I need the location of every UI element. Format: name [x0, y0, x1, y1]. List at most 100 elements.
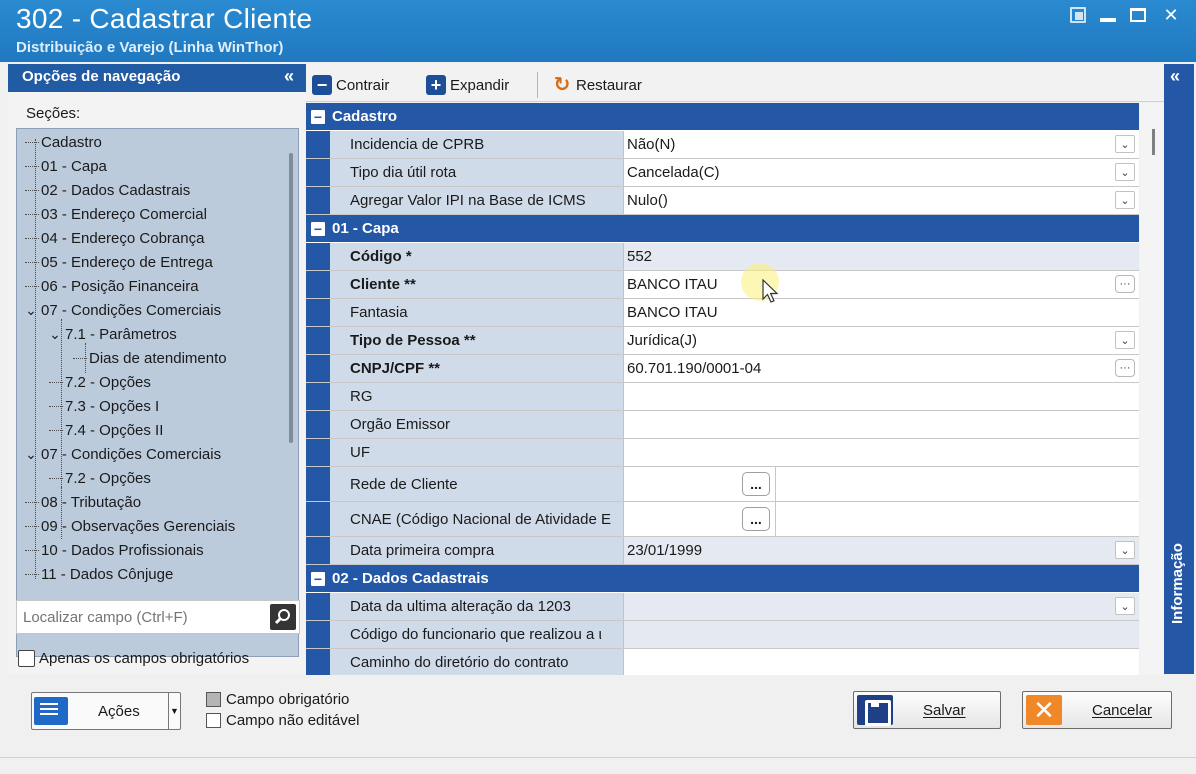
grid-scrollbar[interactable]: [1140, 103, 1164, 675]
lookup-button[interactable]: ...: [742, 472, 770, 496]
chevron-down-icon[interactable]: ⌄: [1115, 331, 1135, 349]
row-gutter: [306, 159, 330, 186]
tree-item[interactable]: 06 - Posição Financeira: [25, 275, 199, 297]
grid-row: Orgão Emissor: [306, 411, 1139, 439]
collapse-category-icon[interactable]: −: [311, 221, 325, 236]
dropdown-arrow-icon[interactable]: ▼: [168, 693, 180, 729]
save-button[interactable]: Salvar: [853, 691, 1001, 729]
field-value[interactable]: Não(N) ⌄: [624, 131, 1139, 158]
field-search-input[interactable]: [17, 601, 257, 633]
tree-item-label: 11 - Dados Cônjuge: [41, 565, 174, 583]
tree-connector: [25, 525, 39, 527]
tree-item[interactable]: 05 - Endereço de Entrega: [25, 251, 213, 273]
field-value[interactable]: [624, 383, 1139, 410]
lookup-button[interactable]: ...: [742, 507, 770, 531]
field-search-box: [16, 600, 300, 634]
actions-label: Ações: [98, 702, 140, 720]
tree-scrollbar[interactable]: [289, 153, 293, 443]
collapse-all-button[interactable]: − Contrair: [312, 73, 389, 97]
tree-item[interactable]: 7.2 - Opções: [49, 371, 151, 393]
field-value[interactable]: Nulo() ⌄: [624, 187, 1139, 214]
required-swatch: [206, 692, 221, 707]
ellipsis-button[interactable]: ···: [1115, 359, 1135, 377]
field-value[interactable]: Jurídica(J) ⌄: [624, 327, 1139, 354]
tree-item[interactable]: ⌄ 07 - Condições Comerciais: [23, 299, 221, 321]
tree-item[interactable]: 09 - Observações Gerenciais: [25, 515, 235, 537]
collapse-category-icon[interactable]: −: [311, 571, 325, 586]
tree-item[interactable]: 01 - Capa: [25, 155, 107, 177]
field-label: Rede de Cliente: [330, 467, 624, 501]
actions-button[interactable]: Ações ▼: [31, 692, 181, 730]
tree-item[interactable]: ⌄ 07 - Condições Comerciais: [23, 443, 221, 465]
tree-item[interactable]: 08 - Tributação: [25, 491, 141, 513]
chevron-down-icon[interactable]: ⌄: [1115, 597, 1135, 615]
tree-item-label: Cadastro: [41, 133, 102, 151]
tree-item[interactable]: 7.3 - Opções I: [49, 395, 159, 417]
collapse-all-label: Contrair: [336, 76, 390, 94]
expand-all-button[interactable]: + Expandir: [426, 73, 509, 97]
field-label: RG: [330, 383, 624, 410]
close-button[interactable]: ✕: [1160, 4, 1182, 26]
tree-item[interactable]: 04 - Endereço Cobrança: [25, 227, 204, 249]
field-value[interactable]: BANCO ITAU ···: [624, 271, 1139, 298]
grid-category-header[interactable]: − Cadastro: [306, 103, 1139, 130]
field-value[interactable]: 552: [624, 243, 1139, 270]
info-panel[interactable]: « Informação: [1164, 64, 1194, 674]
tree-item-label: 04 - Endereço Cobrança: [41, 229, 205, 247]
maximize-button[interactable]: [1130, 8, 1146, 22]
grid-row: Agregar Valor IPI na Base de ICMS Nulo() ⌄: [306, 187, 1139, 215]
field-value[interactable]: BANCO ITAU: [624, 299, 1139, 326]
field-value-text: 552: [627, 248, 653, 265]
field-value[interactable]: 23/01/1999 ⌄: [624, 537, 1139, 564]
grid-row: Código do funcionario que realizou a ι: [306, 621, 1139, 649]
sections-tree[interactable]: Cadastro 01 - Capa 02 - Dados Cadastrais 03…: [16, 128, 299, 657]
search-icon[interactable]: [270, 604, 296, 630]
chevron-down-icon[interactable]: ⌄: [1115, 135, 1135, 153]
field-value[interactable]: [624, 411, 1139, 438]
chevron-down-icon[interactable]: ⌄: [1115, 541, 1135, 559]
chevron-down-icon[interactable]: ⌄: [23, 446, 39, 463]
only-required-toggle[interactable]: Apenas os campos obrigatórios: [18, 650, 249, 667]
collapse-category-icon[interactable]: −: [311, 109, 325, 124]
tree-item-label: 07 - Condições Comerciais: [41, 445, 222, 463]
tree-connector: [25, 285, 39, 287]
field-value-text: 60.701.190/0001-04: [627, 360, 762, 377]
field-value[interactable]: ⌄: [624, 593, 1139, 620]
tree-item[interactable]: 02 - Dados Cadastrais: [25, 179, 190, 201]
restore-button[interactable]: ↻ Restaurar: [552, 73, 642, 97]
tree-item[interactable]: 7.4 - Opções II: [49, 419, 163, 441]
field-value[interactable]: [624, 439, 1139, 466]
field-value[interactable]: ...: [624, 467, 1139, 501]
field-value[interactable]: Cancelada(C) ⌄: [624, 159, 1139, 186]
grid-scroll-thumb[interactable]: [1152, 129, 1155, 155]
grid-row: RG: [306, 383, 1139, 411]
expand-info-icon[interactable]: «: [1170, 66, 1180, 87]
field-value[interactable]: ...: [624, 502, 1139, 536]
field-value[interactable]: 60.701.190/0001-04 ···: [624, 355, 1139, 382]
tree-item[interactable]: ⌄ 7.1 - Parâmetros: [47, 323, 177, 345]
ellipsis-button[interactable]: ···: [1115, 275, 1135, 293]
tree-item[interactable]: 11 - Dados Cônjuge: [25, 563, 173, 585]
field-value[interactable]: [624, 621, 1139, 648]
restore-window-icon[interactable]: [1070, 7, 1086, 23]
field-value[interactable]: [624, 649, 1139, 675]
grid-category-header[interactable]: −02 - Dados Cadastrais: [306, 565, 1139, 592]
field-label: Agregar Valor IPI na Base de ICMS: [330, 187, 624, 214]
collapse-nav-icon[interactable]: «: [284, 66, 294, 87]
minimize-button[interactable]: [1100, 18, 1116, 22]
tree-item[interactable]: 7.2 - Opções: [49, 467, 151, 489]
grid-category-header[interactable]: −01 - Capa: [306, 215, 1139, 242]
only-required-checkbox[interactable]: [18, 650, 35, 667]
chevron-down-icon[interactable]: ⌄: [1115, 191, 1135, 209]
grid-row: Cliente ** BANCO ITAU ···: [306, 271, 1139, 299]
tree-item[interactable]: Dias de atendimento: [73, 347, 227, 369]
window-subtitle: Distribuição e Varejo (Linha WinThor): [16, 39, 284, 56]
cancel-button[interactable]: ✕ Cancelar: [1022, 691, 1172, 729]
property-grid: − Cadastro Incidencia de CPRB Não(N) ⌄ Tipo d…: [306, 103, 1139, 675]
tree-item[interactable]: 03 - Endereço Comercial: [25, 203, 207, 225]
legend-readonly: Campo não editável: [206, 712, 359, 729]
tree-item[interactable]: Cadastro: [25, 131, 102, 153]
chevron-down-icon[interactable]: ⌄: [1115, 163, 1135, 181]
tree-item[interactable]: 10 - Dados Profissionais: [25, 539, 204, 561]
chevron-down-icon[interactable]: ⌄: [23, 302, 39, 319]
